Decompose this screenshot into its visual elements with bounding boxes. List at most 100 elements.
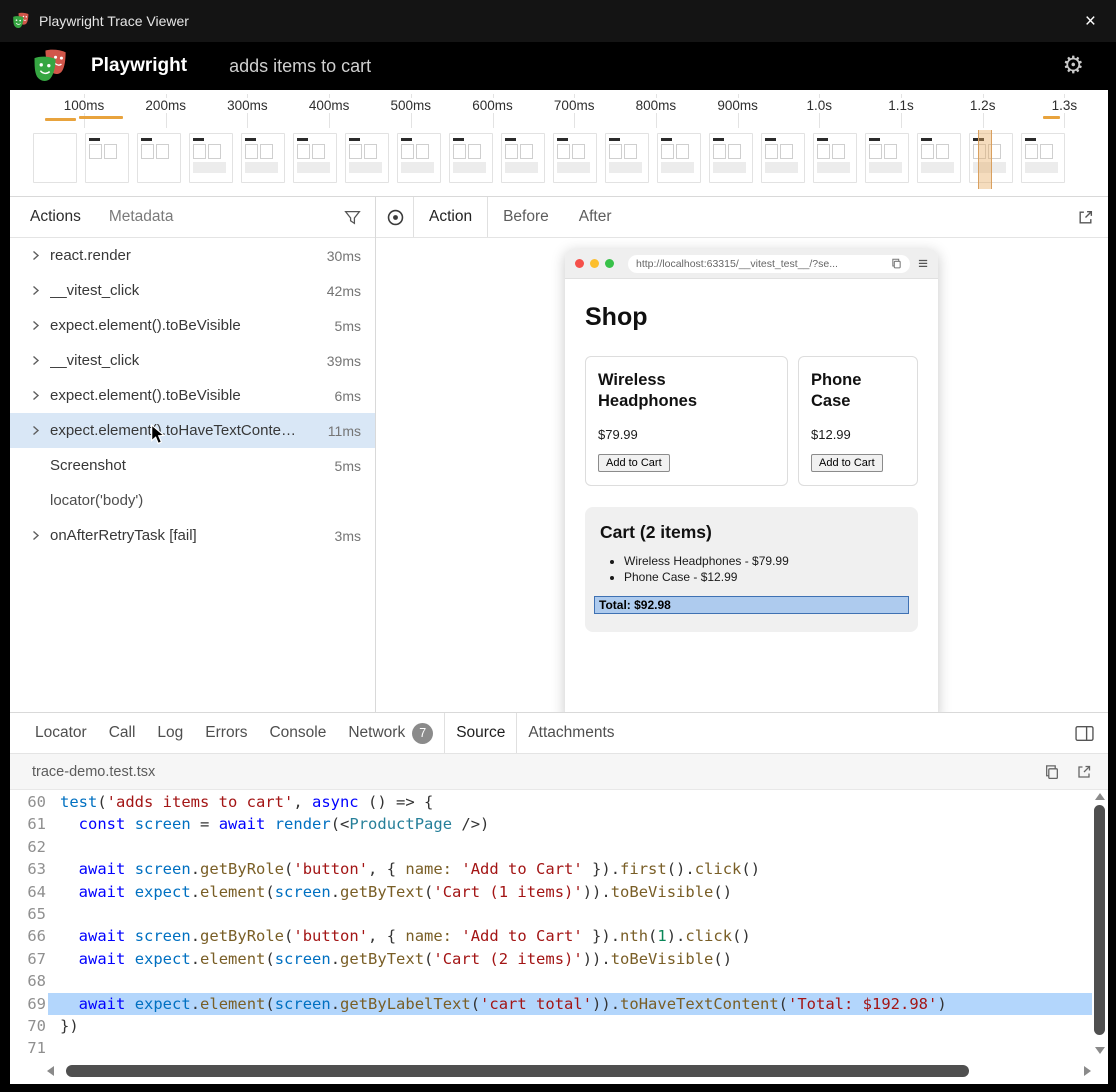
window-title: Playwright Trace Viewer bbox=[39, 13, 189, 29]
chevron-right-icon[interactable] bbox=[30, 390, 50, 401]
tab-locator[interactable]: Locator bbox=[24, 713, 98, 753]
frame-art bbox=[505, 162, 538, 173]
copy-icon[interactable] bbox=[1044, 764, 1060, 780]
timeline-filmstrip[interactable] bbox=[33, 133, 1084, 186]
tab-errors[interactable]: Errors bbox=[194, 713, 258, 753]
filmstrip-frame[interactable] bbox=[761, 133, 805, 183]
frame-art bbox=[349, 144, 385, 159]
action-item[interactable]: __vitest_click 42ms bbox=[10, 273, 375, 308]
frame-art bbox=[89, 138, 100, 141]
timeline-tick-label: 200ms bbox=[142, 98, 189, 113]
filmstrip-frame[interactable] bbox=[137, 133, 181, 183]
vertical-scroll-thumb[interactable] bbox=[1094, 805, 1105, 1035]
tab-source[interactable]: Source bbox=[444, 713, 517, 753]
action-item[interactable]: expect.element().toBeVisible6ms bbox=[10, 378, 375, 413]
line-number: 66 bbox=[10, 925, 48, 947]
timeline-action-span bbox=[45, 118, 76, 121]
filmstrip-frame[interactable] bbox=[917, 133, 961, 183]
action-item[interactable]: onAfterRetryTask [fail]3ms bbox=[10, 518, 375, 553]
toggle-layout-icon[interactable] bbox=[1075, 725, 1094, 742]
add-to-cart-button[interactable]: Add to Cart bbox=[811, 454, 883, 472]
code-line: 69 await expect.element(screen.getByLabe… bbox=[10, 993, 1092, 1015]
chevron-right-icon[interactable] bbox=[30, 285, 50, 296]
filmstrip-frame[interactable] bbox=[553, 133, 597, 183]
filmstrip-frame[interactable] bbox=[813, 133, 857, 183]
line-number: 65 bbox=[10, 903, 48, 925]
window-close-button[interactable]: × bbox=[1085, 12, 1096, 31]
tab-attachments[interactable]: Attachments bbox=[517, 713, 625, 753]
action-item[interactable]: expect.element().toBeVisible5ms bbox=[10, 308, 375, 343]
action-item[interactable]: __vitest_click39ms bbox=[10, 343, 375, 378]
action-duration: 5ms bbox=[327, 458, 361, 474]
pick-locator-icon[interactable] bbox=[386, 208, 405, 227]
chevron-right-icon[interactable] bbox=[30, 320, 50, 331]
address-bar[interactable]: http://localhost:63315/__vitest_test__/?… bbox=[628, 255, 910, 273]
cart-items: Wireless Headphones - $79.99 Phone Case … bbox=[594, 554, 909, 584]
timeline-tick-label: 600ms bbox=[469, 98, 516, 113]
browser-menu-icon[interactable]: ≡ bbox=[918, 255, 928, 272]
code-text: const screen = await render(<ProductPage… bbox=[48, 813, 1092, 835]
open-external-icon[interactable] bbox=[1077, 209, 1094, 226]
scroll-up-arrow-icon[interactable] bbox=[1095, 793, 1105, 800]
action-item[interactable]: locator('body') bbox=[10, 483, 375, 518]
chevron-right-icon[interactable] bbox=[30, 425, 50, 436]
action-duration: 5ms bbox=[327, 318, 361, 334]
chevron-right-icon[interactable] bbox=[30, 530, 50, 541]
action-item[interactable]: Screenshot5ms bbox=[10, 448, 375, 483]
filmstrip-frame[interactable] bbox=[865, 133, 909, 183]
filmstrip-frame[interactable] bbox=[85, 133, 129, 183]
filmstrip-frame[interactable] bbox=[345, 133, 389, 183]
code-line: 71 bbox=[10, 1037, 1092, 1054]
filmstrip-frame[interactable] bbox=[709, 133, 753, 183]
snapshot-viewport: http://localhost:63315/__vitest_test__/?… bbox=[376, 238, 1108, 712]
action-item[interactable]: react.render30ms bbox=[10, 238, 375, 273]
cart-item: Phone Case - $12.99 bbox=[624, 570, 909, 584]
tab-before[interactable]: Before bbox=[488, 197, 564, 237]
scroll-left-arrow-icon[interactable] bbox=[47, 1066, 54, 1076]
filmstrip-frame[interactable] bbox=[449, 133, 493, 183]
horizontal-scroll-thumb[interactable] bbox=[66, 1065, 969, 1077]
filmstrip-frame[interactable] bbox=[605, 133, 649, 183]
action-item[interactable]: expect.element().toHaveTextConte…11ms bbox=[10, 413, 375, 448]
filmstrip-frame[interactable] bbox=[397, 133, 441, 183]
filter-icon[interactable] bbox=[344, 209, 361, 226]
vertical-scrollbar[interactable] bbox=[1094, 793, 1106, 1054]
copy-url-icon[interactable] bbox=[891, 258, 902, 269]
filmstrip-frame[interactable] bbox=[293, 133, 337, 183]
filmstrip-frame[interactable] bbox=[33, 133, 77, 183]
action-label: __vitest_click bbox=[50, 282, 139, 299]
action-duration: 3ms bbox=[327, 528, 361, 544]
timeline-action-span bbox=[79, 116, 123, 119]
tab-log[interactable]: Log bbox=[146, 713, 194, 753]
chevron-right-icon[interactable] bbox=[30, 250, 50, 261]
tab-metadata[interactable]: Metadata bbox=[95, 197, 188, 237]
scroll-down-arrow-icon[interactable] bbox=[1095, 1047, 1105, 1054]
tab-after[interactable]: After bbox=[564, 197, 627, 237]
tab-actions[interactable]: Actions bbox=[10, 197, 95, 237]
code-line: 61 const screen = await render(<ProductP… bbox=[10, 813, 1092, 835]
frame-art bbox=[765, 138, 776, 141]
actions-tabbar: Actions Metadata bbox=[10, 197, 375, 238]
line-number: 70 bbox=[10, 1015, 48, 1037]
add-to-cart-button[interactable]: Add to Cart bbox=[598, 454, 670, 472]
tab-network[interactable]: Network 7 bbox=[337, 713, 444, 753]
scroll-right-arrow-icon[interactable] bbox=[1084, 1066, 1091, 1076]
filmstrip-frame[interactable] bbox=[501, 133, 545, 183]
tab-call[interactable]: Call bbox=[98, 713, 147, 753]
page-heading: Shop bbox=[585, 303, 918, 332]
filmstrip-frame[interactable] bbox=[189, 133, 233, 183]
action-duration: 42ms bbox=[319, 283, 361, 299]
source-code[interactable]: 60test('adds items to cart', async () =>… bbox=[10, 791, 1092, 1054]
chevron-right-icon[interactable] bbox=[30, 355, 50, 366]
filmstrip-frame[interactable] bbox=[241, 133, 285, 183]
settings-gear-icon[interactable]: ⚙ bbox=[1062, 54, 1084, 78]
open-external-icon[interactable] bbox=[1076, 764, 1092, 780]
filmstrip-frame[interactable] bbox=[657, 133, 701, 183]
frame-art bbox=[609, 144, 645, 159]
frame-art bbox=[713, 162, 746, 173]
filmstrip-frame[interactable] bbox=[1021, 133, 1065, 183]
horizontal-scrollbar[interactable] bbox=[56, 1064, 1082, 1077]
timeline[interactable]: 100ms200ms300ms400ms500ms600ms700ms800ms… bbox=[10, 90, 1108, 196]
tab-console[interactable]: Console bbox=[258, 713, 337, 753]
tab-action[interactable]: Action bbox=[413, 197, 488, 237]
